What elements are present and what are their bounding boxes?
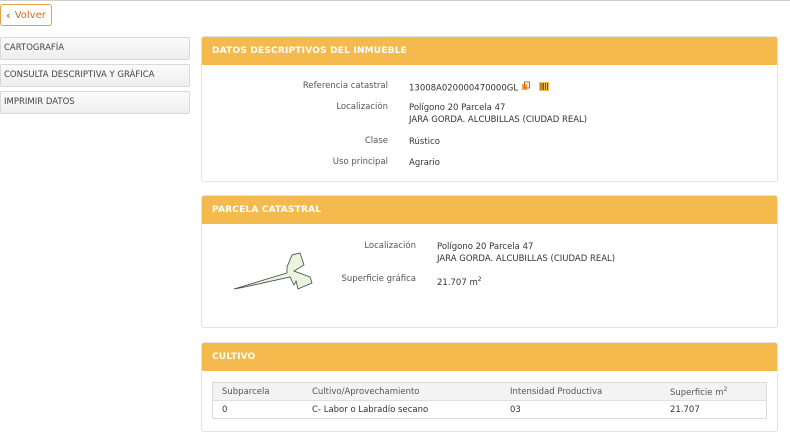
uso-value: Agrario <box>409 158 440 168</box>
panel-title: CULTIVO <box>202 343 777 371</box>
localizacion-line1: Polígono 20 Parcela 47 <box>409 103 506 113</box>
superficie-number: 21.707 m <box>437 277 478 288</box>
cell-superficie: 21.707 <box>670 404 700 415</box>
cell-cultivo: C- Labor o Labradío secano <box>312 404 429 415</box>
chevron-left-icon: ‹ <box>6 8 11 22</box>
parcela-localizacion-value: Polígono 20 Parcela 47 JARA GORDA. ALCUB… <box>437 241 615 265</box>
col-subparcela: Subparcela <box>212 382 303 401</box>
cultivo-table-wrap: Subparcela Cultivo/Aprovechamiento Inten… <box>212 382 767 419</box>
superficie-unit-sup: 2 <box>477 276 482 283</box>
panel-parcela-catastral: PARCELA CATASTRAL Localización Polígono … <box>201 195 778 328</box>
sidebar-item-consulta[interactable]: CONSULTA DESCRIPTIVA Y GRÁFICA <box>0 64 190 87</box>
superficie-value: 21.707 m2 <box>437 274 482 289</box>
parcela-localizacion-label: Localización <box>364 241 416 251</box>
referencia-text: 13008A020000470000GL <box>409 83 519 94</box>
cultivo-table: Subparcela Cultivo/Aprovechamiento Inten… <box>212 382 767 419</box>
col-superficie: Superficie m2 <box>661 382 767 401</box>
superficie-label: Superficie gráfica <box>341 274 416 284</box>
sidebar-item-cartografia[interactable]: CARTOGRAFÍA <box>0 37 190 60</box>
clase-label: Clase <box>364 136 388 146</box>
col-cultivo: Cultivo/Aprovechamiento <box>303 382 501 401</box>
clase-value: Rústico <box>409 137 440 147</box>
barcode-icon[interactable] <box>539 81 550 95</box>
uso-label: Uso principal <box>332 157 388 167</box>
parcela-localizacion-line1: Polígono 20 Parcela 47 <box>437 242 534 252</box>
localizacion-line2: JARA GORDA. ALCUBILLAS (CIUDAD REAL) <box>409 115 588 125</box>
top-divider <box>0 0 790 1</box>
parcela-localizacion-line2: JARA GORDA. ALCUBILLAS (CIUDAD REAL) <box>437 254 616 264</box>
localizacion-value: Polígono 20 Parcela 47 JARA GORDA. ALCUB… <box>409 102 587 126</box>
back-button-label: Volver <box>14 9 46 21</box>
sidebar-item-imprimir[interactable]: IMPRIMIR DATOS <box>0 91 190 114</box>
panel-title: DATOS DESCRIPTIVOS DEL INMUEBLE <box>202 37 777 65</box>
back-button[interactable]: ‹ Volver <box>0 4 52 26</box>
localizacion-label: Localización <box>336 102 388 112</box>
table-header-row: Subparcela Cultivo/Aprovechamiento Inten… <box>212 382 767 401</box>
col-superficie-label: Superficie m <box>670 387 724 398</box>
cell-subparcela: 0 <box>222 404 228 415</box>
table-row: 0 C- Labor o Labradío secano 03 21.707 <box>213 401 767 419</box>
sidebar: CARTOGRAFÍA CONSULTA DESCRIPTIVA Y GRÁFI… <box>0 37 190 118</box>
panel-title: PARCELA CATASTRAL <box>202 196 777 224</box>
col-superficie-sup: 2 <box>723 385 728 393</box>
referencia-value: 13008A020000470000GL <box>409 81 550 95</box>
cell-intensidad: 03 <box>510 404 521 415</box>
referencia-label: Referencia catastral <box>302 81 388 91</box>
panel-datos-descriptivos: DATOS DESCRIPTIVOS DEL INMUEBLE Referenc… <box>201 36 778 182</box>
col-intensidad: Intensidad Productiva <box>501 382 661 401</box>
copy-icon[interactable] <box>521 81 531 95</box>
panel-cultivo: CULTIVO Subparcela Cultivo/Aprovechamien… <box>201 342 778 432</box>
